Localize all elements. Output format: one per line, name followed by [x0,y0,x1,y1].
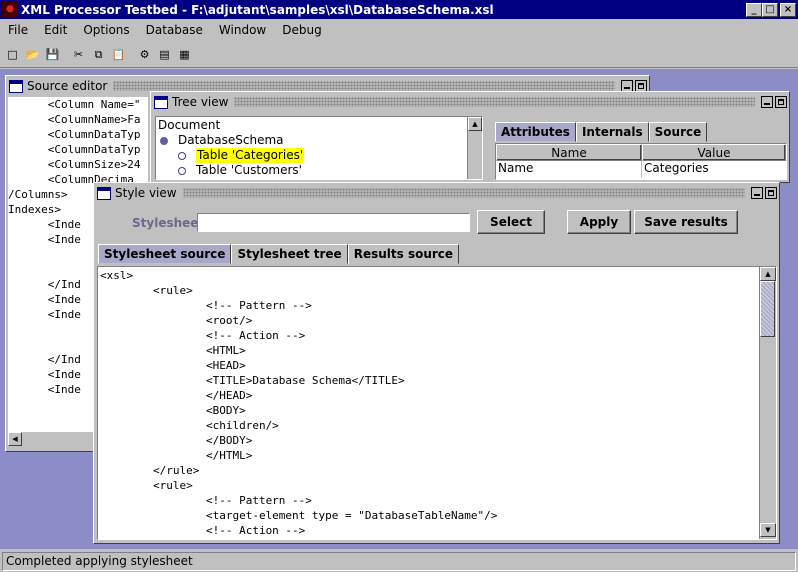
maximize-icon[interactable] [775,96,787,108]
stylesheet-source-editor[interactable]: <xsl> <rule> <!-- Pattern --> <root/> <!… [97,266,777,540]
app-icon [2,1,18,18]
tree-panel[interactable]: Document DatabaseSchema Table 'Categorie… [155,116,483,180]
tab-source[interactable]: Source [648,122,708,142]
attributes-table: Name Value Name Categories [495,143,787,180]
tree-node-categories[interactable]: Table 'Categories' [158,148,480,163]
save-disk-icon[interactable]: 💾 [43,45,62,65]
stylesheet-line: <!-- Action --> [100,329,306,342]
stylesheet-line: <!-- Action --> [100,524,306,537]
tab-stylesheet-tree[interactable]: Stylesheet tree [231,244,348,264]
paste-icon[interactable]: 📋 [109,45,128,65]
menu-window[interactable]: Window [211,23,274,37]
stylesheet-line: <rule> [100,479,193,492]
tree-view-titlebar[interactable]: Tree view [151,92,789,112]
tree-view-title: Tree view [172,95,229,109]
tree-node-open-icon [178,151,186,160]
apply-button[interactable]: Apply [567,210,631,234]
maximize-icon[interactable] [765,187,777,199]
menu-edit[interactable]: Edit [36,23,75,37]
tree-node-open-icon [178,166,186,175]
menu-debug[interactable]: Debug [274,23,329,37]
stylesheet-line: </rule> [100,464,200,477]
stylesheet-line: <!-- Pattern --> [100,494,312,507]
window-icon [97,186,111,200]
column-header-value[interactable]: Value [642,144,786,161]
table-row[interactable]: Name Categories [496,161,786,178]
tree-node-customers[interactable]: Table 'Customers' [158,163,480,178]
stylesheet-line: <!-- Pattern --> [100,299,312,312]
new-file-icon[interactable]: □ [3,45,22,65]
style-view-window[interactable]: Style view Stylesheet Select Apply Save … [93,182,780,544]
copy-icon[interactable]: ⧉ [89,45,108,65]
scroll-up-arrow[interactable]: ▲ [760,267,776,281]
menu-file[interactable]: File [0,23,36,37]
stylesheet-label: Stylesheet [132,216,205,230]
cut-scissors-icon[interactable]: ✂ [69,45,88,65]
menu-database[interactable]: Database [138,23,211,37]
run-processor-icon[interactable]: ⚙ [135,45,154,65]
tab-internals[interactable]: Internals [575,122,649,142]
tab-results-source[interactable]: Results source [347,244,460,264]
maximize-button[interactable]: □ [762,2,778,17]
status-bar: Completed applying stylesheet [0,550,798,572]
document-icon[interactable]: ▤ [155,45,174,65]
tree-node-filled-icon [160,136,168,145]
status-text: Completed applying stylesheet [2,551,796,571]
stylesheet-line: <HEAD> [100,359,246,372]
source-line: <ColumnDataTyp [8,143,141,156]
window-title: XML Processor Testbed - F:\adjutant\samp… [21,2,494,17]
tree-node-databaseschema[interactable]: DatabaseSchema [158,133,480,148]
stylesheet-line: </BODY> [100,434,253,447]
tree-node-document[interactable]: Document [158,118,480,133]
source-line: <ColumnSize>24 [8,158,141,171]
window-icon [9,79,23,93]
tab-attributes[interactable]: Attributes [495,122,576,142]
tree-view-tabs: Attributes Internals Source [495,122,708,142]
table-cell-name: Name [496,161,642,178]
stylesheet-line: <BODY> [100,404,246,417]
scroll-left-arrow[interactable]: ◀ [8,432,22,446]
stylesheet-line: <children/> [100,419,279,432]
stylesheet-line: </HTML> [100,449,253,462]
scroll-thumb[interactable] [760,281,775,337]
source-line: <Column Name=" [8,98,141,111]
source-line: <ColumnDataTyp [8,128,141,141]
tree-vscroll[interactable]: ▲ [467,117,482,179]
tree-view-window[interactable]: Tree view Document DatabaseSchema Table … [150,91,790,183]
stylesheet-line: <xsl> [100,269,134,282]
stylesheet-input[interactable] [197,213,470,232]
style-view-title: Style view [115,186,177,200]
menu-bar: File Edit Options Database Window Debug [0,19,798,41]
toolbar: □ 📂 💾 ✂ ⧉ 📋 ⚙ ▤ ▦ [0,42,798,68]
stylesheet-line: <target-element type = "DatabaseTableNam… [100,509,498,522]
minimize-button[interactable]: _ [746,2,762,17]
minimize-icon[interactable] [761,96,773,108]
scroll-down-arrow[interactable]: ▼ [760,523,776,537]
menu-options[interactable]: Options [75,23,137,37]
document-alt-icon[interactable]: ▦ [175,45,194,65]
tab-stylesheet-source[interactable]: Stylesheet source [98,244,232,264]
open-folder-icon[interactable]: 📂 [23,45,42,65]
window-icon [154,95,168,109]
select-button[interactable]: Select [477,210,545,234]
stylesheet-line: <root/> [100,314,253,327]
stylesheet-vscroll[interactable]: ▲ ▼ [759,267,776,539]
table-cell-value: Categories [644,161,709,175]
source-editor-title: Source editor [27,79,108,93]
close-button[interactable]: × [780,2,796,17]
stylesheet-line: </HEAD> [100,389,253,402]
source-line: <ColumnName>Fa [8,113,141,126]
column-header-name[interactable]: Name [496,144,642,161]
style-view-tabs: Stylesheet source Stylesheet tree Result… [98,244,460,264]
stylesheet-line: <TITLE>Database Schema</TITLE> [100,374,405,387]
style-view-titlebar[interactable]: Style view [94,183,779,203]
scroll-up-arrow[interactable]: ▲ [468,117,482,131]
stylesheet-line: <HTML> [100,344,246,357]
minimize-icon[interactable] [751,187,763,199]
save-results-button[interactable]: Save results [634,210,738,234]
app-title-bar[interactable]: XML Processor Testbed - F:\adjutant\samp… [0,0,798,19]
stylesheet-line: <rule> [100,284,193,297]
